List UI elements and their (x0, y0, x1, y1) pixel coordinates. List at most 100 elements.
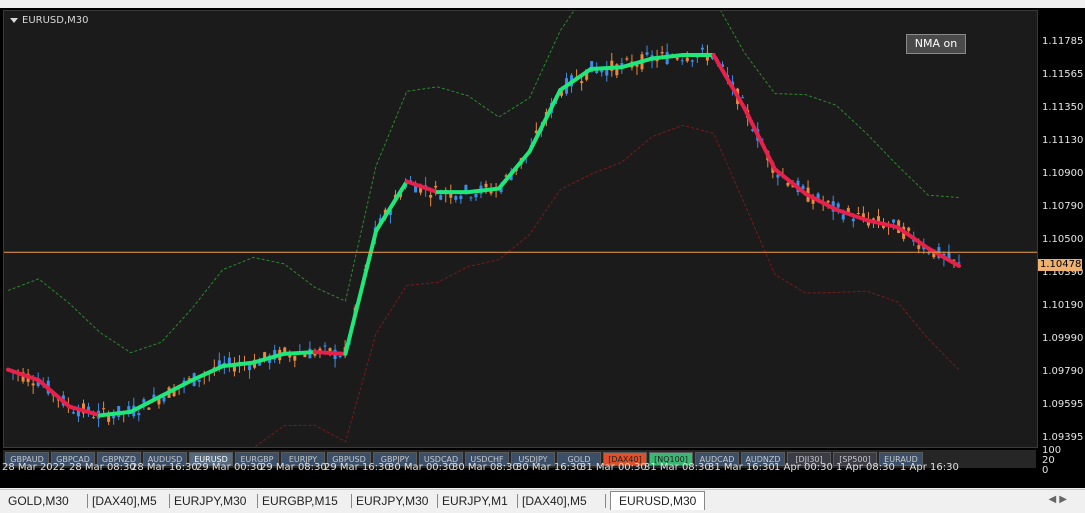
candle-body (142, 399, 146, 403)
nma-line-segment (772, 167, 808, 196)
nma-line-segment (159, 378, 195, 399)
nma-line-segment (190, 364, 225, 383)
chart-tab[interactable]: GOLD,M30 (8, 492, 69, 510)
price-tick: 1.11565 (1042, 69, 1084, 80)
chart-tab[interactable]: EURJPY,M1 (442, 492, 508, 510)
candle-body (439, 195, 443, 200)
time-tick: 1 Apr 16:30 (900, 462, 959, 473)
nma-line-segment (742, 105, 777, 172)
price-tick: 1.09790 (1042, 366, 1084, 377)
price-tick: 1.11130 (1042, 135, 1084, 146)
candle-body (741, 97, 745, 99)
time-tick: 30 Mar 08:30 (452, 462, 519, 473)
tab-divider (169, 494, 170, 508)
tab-divider (517, 494, 518, 508)
candle-body (429, 195, 433, 198)
price-tick: 1.10500 (1042, 234, 1084, 245)
candle-body (293, 355, 297, 361)
price-tick: 1.09990 (1042, 333, 1084, 344)
chart-tab[interactable]: EURJPY,M30 (174, 492, 246, 510)
chart-tab[interactable]: EURUSD,M30 (610, 491, 706, 510)
candle-body (645, 52, 649, 55)
candle-body (102, 408, 106, 410)
collapse-arrow-icon[interactable] (10, 18, 18, 23)
chart-tab[interactable]: EURGBP,M15 (262, 492, 338, 510)
price-tick: 1.09395 (1042, 432, 1084, 443)
time-tick: 28 Mar 2022 (2, 462, 66, 473)
price-tick: 1.11785 (1042, 36, 1084, 47)
nma-line-segment (711, 52, 747, 110)
chart-tab[interactable]: EURJPY,M30 (356, 492, 428, 510)
time-tick: 30 Mar 16:30 (516, 462, 583, 473)
tab-divider (257, 494, 258, 508)
current-price-marker: 1.10478 (1038, 259, 1082, 271)
candle-body (841, 214, 845, 220)
nma-toggle-button[interactable]: NMA on (906, 34, 966, 54)
candle-body (162, 396, 166, 402)
candle-body (851, 218, 855, 222)
time-tick: 29 Mar 00:30 (196, 462, 263, 473)
candle-body (71, 412, 75, 414)
chart-title: EURUSD,M30 (22, 15, 89, 26)
nma-line-segment (312, 350, 348, 356)
subwindow-tick: 0 (1042, 465, 1049, 476)
tab-scroll-arrows-icon[interactable]: ◀ ▶ (1048, 494, 1067, 505)
price-chart-svg[interactable] (4, 11, 1037, 447)
candle-body (927, 252, 931, 254)
candle-body (826, 200, 830, 203)
candle-body (856, 212, 860, 214)
candle-body (474, 193, 478, 198)
price-tick: 1.11350 (1042, 102, 1084, 113)
nma-line-segment (36, 378, 72, 409)
candle-body (836, 203, 840, 208)
time-tick: 30 Mar 00:30 (388, 462, 455, 473)
tab-divider (87, 494, 88, 508)
nma-line-segment (496, 149, 532, 191)
candle-body (680, 60, 684, 62)
candle-body (197, 380, 201, 382)
candle-body (892, 219, 896, 223)
candle-body (338, 355, 342, 358)
candle-body (454, 196, 458, 200)
time-tick: 31 Mar 00:30 (580, 462, 647, 473)
candle-body (248, 365, 252, 371)
candle-body (660, 52, 664, 54)
time-tick: 1 Apr 00:30 (774, 462, 833, 473)
nma-line-segment (128, 394, 164, 414)
candle-body (31, 383, 35, 386)
price-chart-area[interactable]: EURUSD,M30 NMA on (3, 10, 1038, 448)
candle-body (147, 407, 151, 410)
time-tick: 29 Mar 08:30 (260, 462, 327, 473)
time-tick: 1 Apr 08:30 (836, 462, 895, 473)
nma-line-segment (374, 179, 409, 233)
candle-body (459, 195, 463, 200)
candle-body (786, 182, 790, 186)
candle-body (907, 227, 911, 231)
candle-body (484, 183, 488, 188)
nma-line-segment (98, 409, 133, 418)
chart-tab[interactable]: [DAX40],M5 (92, 492, 157, 510)
nma-line-segment (527, 88, 563, 154)
nma-line-segment (588, 65, 624, 72)
chart-tab[interactable]: [DAX40],M5 (522, 492, 587, 510)
chart-window[interactable]: EURUSD,M30 NMA on 1.11785 1.11565 1.1135… (0, 8, 1085, 488)
candle-body (469, 197, 473, 199)
time-tick: 31 Mar 16:30 (708, 462, 775, 473)
nma-line-segment (466, 186, 501, 195)
candle-body (434, 185, 438, 188)
candle-body (92, 417, 96, 419)
candle-body (580, 81, 584, 84)
lower-band-line (253, 124, 960, 447)
price-tick: 1.10900 (1042, 168, 1084, 179)
nma-line-segment (282, 350, 317, 356)
candle-body (690, 60, 694, 62)
time-tick: 29 Mar 16:30 (324, 462, 391, 473)
candle-body (776, 174, 780, 178)
nma-line-segment (803, 191, 839, 212)
candle-body (625, 58, 629, 60)
candle-body (137, 413, 141, 416)
nma-line-segment (343, 228, 379, 356)
tab-divider (437, 494, 438, 508)
price-tick: 1.10790 (1042, 201, 1084, 212)
price-tick: 1.09595 (1042, 399, 1084, 410)
